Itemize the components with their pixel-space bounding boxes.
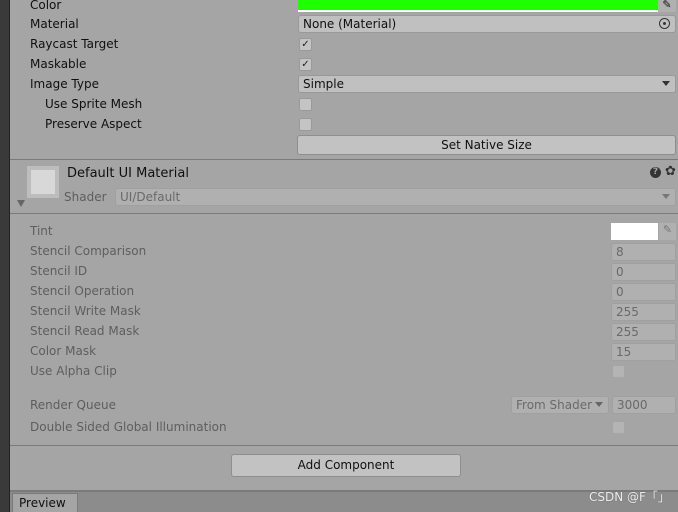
stencil-id-label: Stencil ID (30, 264, 88, 278)
foldout-arrow-icon[interactable] (17, 200, 25, 207)
divider (10, 445, 678, 446)
maskable-label: Maskable (30, 57, 87, 71)
color-swatch[interactable] (298, 0, 658, 12)
shader-label: Shader (64, 190, 107, 204)
preserve-aspect-checkbox[interactable] (299, 118, 312, 131)
left-panel-edge (0, 0, 10, 512)
preserve-aspect-label: Preserve Aspect (45, 117, 142, 131)
chevron-down-icon (662, 194, 670, 199)
image-type-value: Simple (303, 77, 344, 91)
stencil-comparison-field[interactable]: 8 (611, 243, 676, 261)
raycast-target-label: Raycast Target (30, 37, 119, 51)
eyedropper-icon[interactable]: ✎ (658, 0, 676, 12)
material-label: Material (30, 17, 79, 31)
render-queue-mode-dropdown[interactable]: From Shader (511, 396, 609, 414)
image-type-label: Image Type (30, 77, 99, 91)
render-queue-mode-value: From Shader (516, 398, 593, 412)
color-mask-label: Color Mask (30, 344, 97, 358)
stencil-read-mask-field[interactable]: 255 (611, 323, 676, 341)
raycast-target-checkbox[interactable]: ✓ (299, 38, 312, 51)
stencil-write-mask-field[interactable]: 255 (611, 303, 676, 321)
material-field[interactable]: None (Material) (298, 15, 676, 33)
color-label: Color (30, 0, 62, 12)
stencil-operation-label: Stencil Operation (30, 284, 135, 298)
render-queue-field[interactable]: 3000 (612, 396, 676, 414)
watermark: CSDN @F「」 (589, 490, 670, 504)
double-sided-gi-label: Double Sided Global Illumination (30, 420, 227, 434)
stencil-read-mask-label: Stencil Read Mask (30, 324, 140, 338)
use-sprite-mesh-label: Use Sprite Mesh (45, 97, 143, 111)
color-mask-field[interactable]: 15 (611, 343, 676, 361)
divider (10, 213, 678, 214)
maskable-checkbox[interactable]: ✓ (299, 58, 312, 71)
stencil-operation-field[interactable]: 0 (611, 283, 676, 301)
stencil-write-mask-label: Stencil Write Mask (30, 304, 141, 318)
double-sided-gi-checkbox[interactable] (612, 421, 625, 434)
set-native-size-button[interactable]: Set Native Size (297, 135, 676, 155)
chevron-down-icon (662, 81, 670, 86)
tint-label: Tint (30, 224, 53, 238)
preview-bar (10, 490, 678, 512)
shader-value: UI/Default (120, 190, 181, 204)
use-sprite-mesh-checkbox[interactable] (299, 98, 312, 111)
material-title: Default UI Material (67, 166, 189, 181)
add-component-button[interactable]: Add Component (231, 454, 461, 477)
tint-swatch[interactable] (611, 223, 658, 240)
stencil-comparison-label: Stencil Comparison (30, 244, 147, 258)
render-queue-label: Render Queue (30, 398, 116, 412)
material-value: None (Material) (303, 17, 397, 31)
use-alpha-clip-label: Use Alpha Clip (30, 364, 117, 378)
preview-tab[interactable]: Preview (12, 493, 78, 512)
help-icon[interactable]: ? (650, 167, 661, 178)
chevron-down-icon (595, 402, 603, 407)
material-preview-thumbnail (27, 166, 59, 198)
gear-icon[interactable]: ✿ (665, 164, 676, 179)
divider (10, 159, 678, 160)
object-picker-icon[interactable] (659, 18, 670, 29)
image-type-dropdown[interactable]: Simple (298, 75, 676, 93)
eyedropper-icon[interactable]: ✎ (659, 223, 676, 240)
use-alpha-clip-checkbox[interactable] (612, 365, 625, 378)
shader-dropdown[interactable]: UI/Default (115, 188, 676, 206)
stencil-id-field[interactable]: 0 (611, 263, 676, 281)
